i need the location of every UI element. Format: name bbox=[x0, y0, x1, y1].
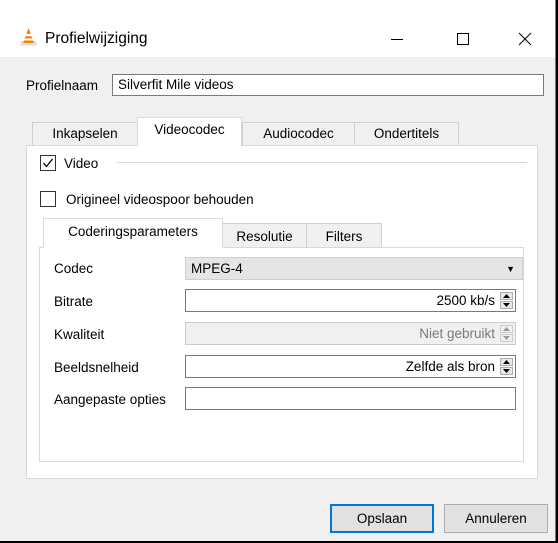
quality-label: Kwaliteit bbox=[54, 327, 105, 342]
spin-up-button[interactable] bbox=[500, 292, 513, 300]
bitrate-value: 2500 kb/s bbox=[436, 293, 495, 308]
tab-ondertitels[interactable]: Ondertitels bbox=[354, 122, 459, 145]
video-group-line bbox=[117, 162, 527, 163]
window-title: Profielwijziging bbox=[45, 30, 148, 47]
spin-down-button[interactable] bbox=[500, 301, 513, 309]
keep-original-checkbox[interactable] bbox=[40, 191, 56, 207]
tab-coderingsparameters[interactable]: Coderingsparameters bbox=[43, 218, 223, 248]
codec-value: MPEG-4 bbox=[191, 261, 243, 276]
cancel-button[interactable]: Annuleren bbox=[444, 504, 548, 533]
quality-value: Niet gebruikt bbox=[419, 326, 495, 341]
maximize-icon bbox=[457, 32, 469, 45]
bitrate-label: Bitrate bbox=[54, 294, 94, 309]
checkmark-icon bbox=[43, 158, 54, 168]
tab-filters[interactable]: Filters bbox=[306, 223, 382, 247]
vlc-cone-icon bbox=[20, 28, 37, 46]
title-bar: Profielwijziging bbox=[0, 0, 555, 57]
custom-options-label: Aangepaste opties bbox=[54, 392, 166, 407]
save-button[interactable]: Opslaan bbox=[330, 504, 434, 533]
bitrate-spinbox[interactable]: 2500 kb/s bbox=[185, 289, 516, 312]
profile-name-input[interactable]: Silverfit Mile videos bbox=[112, 74, 544, 96]
minimize-icon bbox=[391, 38, 403, 40]
video-label: Video bbox=[64, 156, 99, 171]
framerate-spinbox[interactable]: Zelfde als bron bbox=[185, 355, 516, 378]
close-icon bbox=[518, 32, 532, 45]
custom-options-input[interactable] bbox=[185, 387, 516, 410]
quality-spinbox: Niet gebruikt bbox=[185, 322, 516, 345]
spin-up-button[interactable] bbox=[500, 358, 513, 366]
video-checkbox[interactable] bbox=[40, 155, 56, 171]
keep-original-label: Origineel videospoor behouden bbox=[66, 192, 254, 207]
spin-updown-icon[interactable] bbox=[500, 292, 513, 309]
tab-videocodec[interactable]: Videocodec bbox=[137, 117, 242, 146]
tab-inkapselen[interactable]: Inkapselen bbox=[32, 122, 138, 145]
chevron-down-icon: ▼ bbox=[506, 264, 515, 274]
framerate-value: Zelfde als bron bbox=[405, 359, 495, 374]
minimize-button[interactable] bbox=[367, 20, 427, 57]
spin-down-button bbox=[500, 334, 513, 342]
codec-label: Codec bbox=[54, 261, 94, 276]
close-button[interactable] bbox=[495, 20, 555, 57]
maximize-button[interactable] bbox=[433, 20, 493, 57]
framerate-label: Beeldsnelheid bbox=[54, 360, 139, 375]
profile-name-label: Profielnaam bbox=[26, 78, 99, 93]
spin-down-button[interactable] bbox=[500, 367, 513, 375]
spin-updown-icon[interactable] bbox=[500, 358, 513, 375]
profile-editor-window: Profielwijziging Profielnaam Silverfit M… bbox=[0, 0, 556, 541]
tab-audiocodec[interactable]: Audiocodec bbox=[242, 122, 355, 145]
tab-resolutie[interactable]: Resolutie bbox=[222, 223, 307, 247]
spin-updown-icon bbox=[500, 325, 513, 342]
codec-select[interactable]: MPEG-4 ▼ bbox=[185, 257, 523, 280]
spin-up-button bbox=[500, 325, 513, 333]
